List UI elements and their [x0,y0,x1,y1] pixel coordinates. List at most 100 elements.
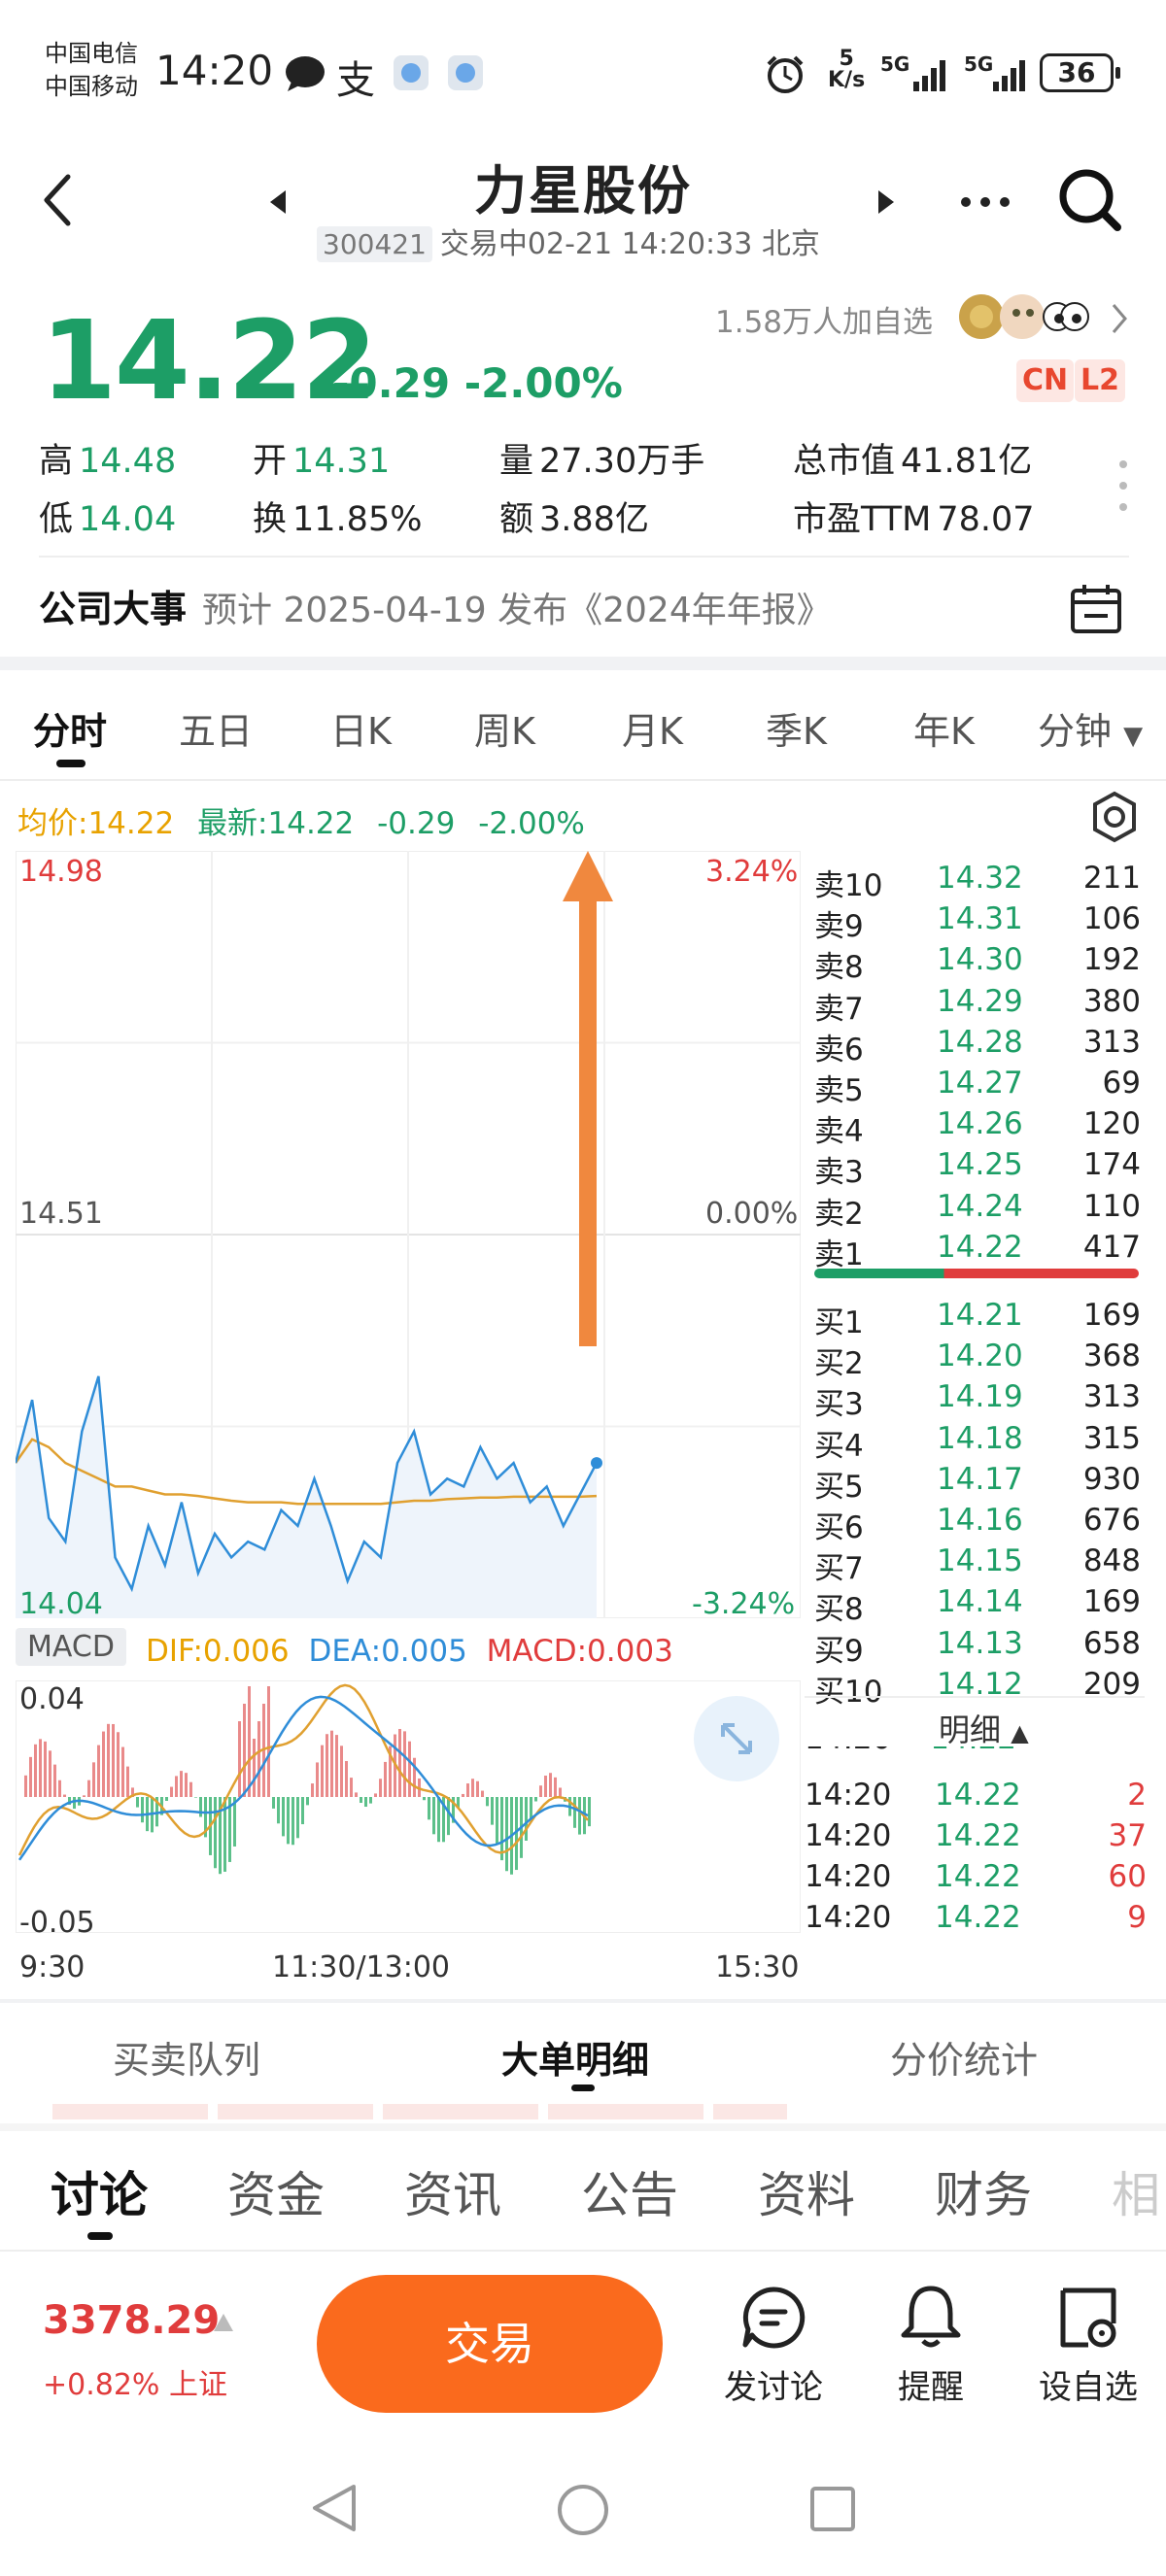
bid-row-8[interactable]: 买8 14.14 169 [814,1584,1141,1627]
bid-row-1[interactable]: 买1 14.21 169 [814,1298,1141,1340]
ask-volume: 174 [1082,1147,1141,1183]
ask-row-8[interactable]: 卖3 14.25 174 [814,1147,1141,1190]
stat-turnover: 换 11.85% [253,500,423,539]
index-value[interactable]: 3378.29 [43,2298,220,2343]
add-watch-label[interactable]: 设自选 [1020,2360,1156,2408]
bid-row-6[interactable]: 买6 14.16 676 [814,1503,1141,1545]
trade-button[interactable]: 交易 [317,2275,663,2413]
more-icon[interactable] [958,190,1012,214]
macd-bar [578,1797,581,1835]
macd-bar [136,1797,139,1808]
tab-yearly-k[interactable]: 年K [913,701,975,755]
bid-row-5[interactable]: 买5 14.17 930 [814,1462,1141,1505]
tick-price: 14.22 [935,1778,1021,1813]
tab-big-orders[interactable]: 大单明细 [501,2030,649,2084]
tab-indicator [571,2085,595,2091]
tab-announcements[interactable]: 公告 [581,2156,678,2226]
stock-code: 300421 [317,226,432,262]
nav-back-icon[interactable] [309,2481,360,2535]
tab-quarterly-k[interactable]: 季K [766,701,827,755]
macd-bar [141,1797,144,1823]
tab-news[interactable]: 资讯 [404,2156,501,2226]
tab-funds[interactable]: 资金 [227,2156,325,2226]
tab-intraday[interactable]: 分时 [33,701,107,755]
discuss-label[interactable]: 发讨论 [705,2360,841,2408]
ticks-header[interactable]: 明细 ▲ [939,1706,1029,1750]
ask-label: 卖5 [814,1073,864,1108]
more-vertical-icon[interactable] [1115,457,1131,515]
ask-row-1[interactable]: 卖10 14.32 211 [814,861,1141,903]
ask-price: 14.30 [937,942,1023,978]
ask-row-7[interactable]: 卖4 14.26 120 [814,1106,1141,1149]
expand-chart-button[interactable] [694,1696,779,1781]
tab-profile[interactable]: 资料 [758,2156,855,2226]
watchers-count[interactable]: 1.58万人加自选 [715,297,933,341]
remind-label[interactable]: 提醒 [863,2360,999,2408]
tab-price-stats[interactable]: 分价统计 [890,2030,1038,2084]
bid-row-4[interactable]: 买4 14.18 315 [814,1421,1141,1464]
nav-recents-icon[interactable] [808,2485,857,2533]
macd-bar [432,1797,435,1835]
bid-row-7[interactable]: 买7 14.15 848 [814,1543,1141,1586]
tab-minute[interactable]: 分钟 ▼ [1038,701,1143,755]
index-change[interactable]: +0.82% 上证 [43,2360,227,2403]
bid-row-9[interactable]: 买9 14.13 658 [814,1626,1141,1669]
macd-bar [287,1797,290,1845]
macd-bar [175,1776,178,1797]
next-stock-icon[interactable] [874,188,898,216]
ask-price: 14.31 [937,901,1023,937]
tab-weekly-k[interactable]: 周K [474,701,535,755]
clock: 14:20 [155,47,274,94]
macd-bar [549,1773,552,1797]
macd-bar [326,1734,328,1797]
macd-bar [554,1777,557,1797]
tab-daily-k[interactable]: 日K [330,701,392,755]
ask-row-9[interactable]: 卖2 14.24 110 [814,1189,1141,1232]
macd-bar [277,1797,280,1824]
watcher-avatars[interactable] [956,291,1092,342]
intraday-chart[interactable] [16,851,801,1618]
bid-row-3[interactable]: 买3 14.19 313 [814,1379,1141,1422]
tab-discussion[interactable]: 讨论 [51,2156,148,2226]
event-label: 公司大事 [39,588,188,630]
bid-volume: 169 [1082,1584,1141,1620]
add-watch-icon[interactable] [1055,2285,1121,2351]
l2-tag[interactable]: L2 [1075,359,1125,402]
tab-five-day[interactable]: 五日 [179,701,253,755]
tab-monthly-k[interactable]: 月K [622,701,683,755]
macd-bar [117,1732,120,1797]
bid-row-2[interactable]: 买2 14.20 368 [814,1339,1141,1381]
search-icon[interactable] [1057,167,1125,235]
ask-row-2[interactable]: 卖9 14.31 106 [814,901,1141,944]
tab-order-queue[interactable]: 买卖队列 [113,2030,260,2084]
macd-bar [384,1761,387,1797]
ask-row-10[interactable]: 卖1 14.22 417 [814,1230,1141,1272]
chart-settings-icon[interactable] [1090,791,1139,843]
ask-row-3[interactable]: 卖8 14.30 192 [814,942,1141,985]
nav-home-icon[interactable] [556,2483,610,2537]
bell-icon[interactable] [898,2283,964,2351]
ask-row-5[interactable]: 卖6 14.28 313 [814,1025,1141,1068]
ask-row-4[interactable]: 卖7 14.29 380 [814,984,1141,1027]
legend-avg: 均价:14.22 [17,806,175,841]
section-separator [0,2123,1166,2131]
stat-low: 低 14.04 [39,500,177,539]
macd-bar [316,1762,319,1797]
calendar-icon[interactable] [1069,581,1123,635]
tab-financials[interactable]: 财务 [935,2156,1032,2226]
chevron-right-icon[interactable] [1108,301,1131,336]
macd-bar [505,1797,508,1872]
tab-more-partial[interactable]: 相 [1112,2156,1166,2226]
macd-bar [180,1771,183,1797]
macd-bar [525,1797,528,1841]
company-event[interactable]: 公司大事 预计 2025-04-19 发布《2024年年报》 [39,579,832,632]
y-label-top: 14.98 [19,855,103,889]
ask-label: 卖7 [814,991,864,1027]
bid-row-10[interactable]: 买10 14.12 209 [814,1667,1141,1710]
cn-tag[interactable]: CN [1016,359,1075,402]
ask-row-6[interactable]: 卖5 14.27 69 [814,1066,1141,1108]
macd-chart[interactable] [16,1680,801,1933]
macd-bar [34,1744,37,1797]
discuss-icon[interactable] [740,2285,806,2351]
macd-label[interactable]: MACD [16,1628,126,1666]
